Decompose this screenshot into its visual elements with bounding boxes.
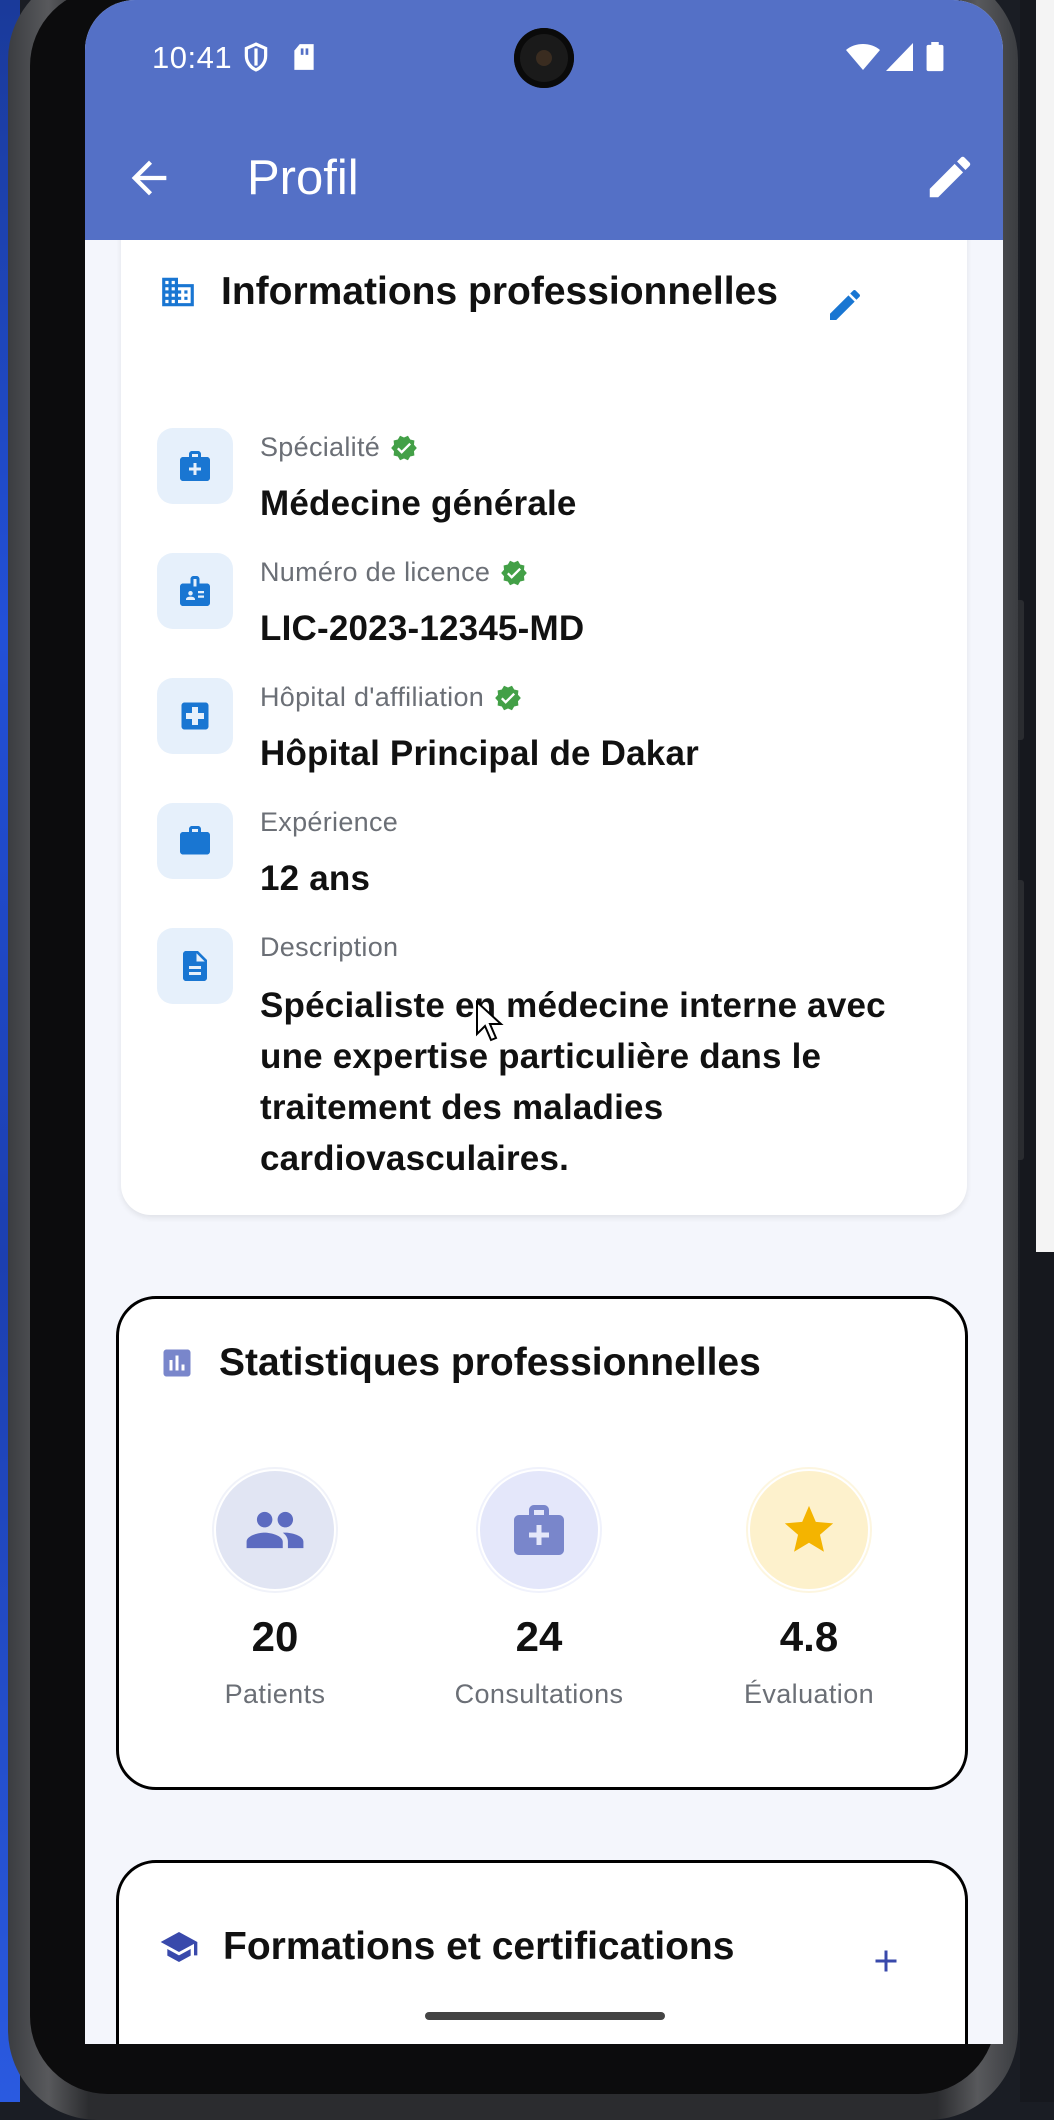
building-icon bbox=[162, 277, 194, 307]
consultations-count: 24 bbox=[515, 1613, 563, 1660]
professional-info-header: Informations professionnelles bbox=[159, 270, 778, 314]
description-label-text: Description bbox=[260, 932, 399, 962]
stat-patients: 20 Patients bbox=[155, 1469, 395, 1710]
stat-icon-circle bbox=[214, 1469, 336, 1591]
row-icon-box bbox=[157, 553, 233, 629]
badge-icon bbox=[180, 576, 210, 606]
wifi-icon bbox=[846, 44, 880, 70]
consultations-label: Consultations bbox=[454, 1679, 624, 1709]
phone-bezel: 10:41 Profil Informations professionnell… bbox=[30, 0, 1003, 2094]
hospital-value: Hôpital Principal de Dakar bbox=[260, 734, 699, 773]
verified-check-icon bbox=[391, 435, 417, 460]
status-time: 10:41 bbox=[152, 40, 233, 75]
stat-consultations: 24 Consultations bbox=[419, 1469, 659, 1710]
rating-value: 4.8 bbox=[779, 1613, 839, 1660]
edit-info-pencil-icon[interactable] bbox=[825, 285, 865, 325]
shield-icon bbox=[244, 42, 268, 72]
app-bar: 10:41 Profil bbox=[85, 0, 1003, 240]
experience-label-text: Expérience bbox=[260, 807, 399, 837]
medical-bag-icon bbox=[180, 451, 210, 481]
back-arrow-icon[interactable] bbox=[123, 152, 175, 204]
patients-count: 20 bbox=[251, 1613, 299, 1660]
people-icon bbox=[246, 1511, 304, 1549]
hospital-label: Hôpital d'affiliation bbox=[260, 682, 522, 713]
edit-profile-pencil-icon[interactable] bbox=[923, 150, 977, 204]
row-icon-box bbox=[157, 678, 233, 754]
cellular-signal-icon bbox=[886, 43, 913, 71]
training-title: Formations et certifications bbox=[223, 1925, 735, 1968]
document-icon bbox=[183, 951, 207, 981]
specialty-label-text: Spécialité bbox=[260, 432, 381, 462]
description-value: Spécialiste en médecine interne avec une… bbox=[260, 986, 886, 1178]
professional-info-card: Informations professionnelles Spécialité bbox=[121, 225, 967, 1215]
row-icon-box bbox=[157, 803, 233, 879]
row-icon-box bbox=[157, 428, 233, 504]
statistics-title: Statistiques professionnelles bbox=[219, 1341, 761, 1384]
hospital-label-text: Hôpital d'affiliation bbox=[260, 682, 485, 712]
patients-label: Patients bbox=[224, 1679, 326, 1709]
rating-label: Évaluation bbox=[743, 1679, 875, 1709]
briefcase-icon bbox=[180, 826, 210, 855]
specialty-label: Spécialité bbox=[260, 432, 418, 463]
statistics-header: Statistiques professionnelles bbox=[159, 1341, 761, 1385]
battery-icon bbox=[926, 42, 944, 72]
experience-value: 12 ans bbox=[260, 859, 371, 898]
stat-icon-circle bbox=[748, 1469, 870, 1591]
stat-rating: 4.8 Évaluation bbox=[689, 1469, 929, 1710]
license-label: Numéro de licence bbox=[260, 557, 528, 588]
license-value: LIC-2023-12345-MD bbox=[260, 609, 585, 648]
phone-frame: 10:41 Profil Informations professionnell… bbox=[8, 0, 1018, 2120]
specialty-value: Médecine générale bbox=[260, 484, 577, 523]
phone-screen: 10:41 Profil Informations professionnell… bbox=[85, 0, 1003, 2044]
stat-icon-circle bbox=[478, 1469, 600, 1591]
verified-check-icon bbox=[501, 560, 528, 585]
statistics-card: Statistiques professionnelles 20 Patient… bbox=[116, 1296, 968, 1790]
professional-info-title: Informations professionnelles bbox=[221, 270, 778, 313]
star-icon bbox=[784, 1505, 834, 1552]
add-plus-icon[interactable] bbox=[868, 1943, 904, 1979]
license-label-text: Numéro de licence bbox=[260, 557, 491, 587]
hospital-cross-icon bbox=[181, 702, 209, 730]
description-label: Description bbox=[260, 932, 398, 963]
graduation-cap-icon bbox=[160, 1932, 198, 1962]
mouse-cursor-icon bbox=[476, 1000, 504, 1042]
front-camera bbox=[514, 28, 574, 88]
verified-check-icon bbox=[495, 685, 521, 710]
sd-card-icon bbox=[294, 44, 314, 70]
training-header: Formations et certifications bbox=[159, 1925, 734, 1969]
home-indicator[interactable] bbox=[425, 2012, 665, 2020]
experience-label: Expérience bbox=[260, 807, 398, 838]
medical-bag-icon bbox=[514, 1505, 564, 1555]
bar-chart-icon bbox=[163, 1349, 191, 1377]
row-icon-box bbox=[157, 928, 233, 1004]
desktop-window-edge bbox=[1036, 0, 1054, 1252]
page-title: Profil bbox=[247, 151, 359, 205]
